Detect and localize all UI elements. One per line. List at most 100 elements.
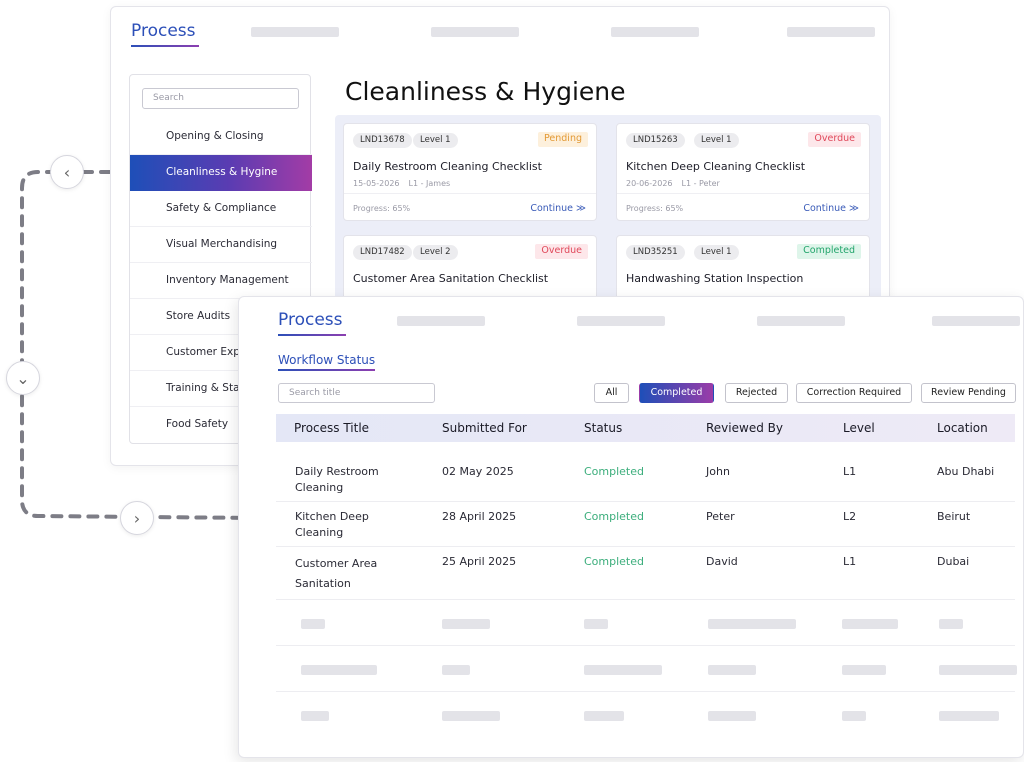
placeholder-cell [584, 665, 662, 675]
filter-review-pending-button[interactable]: Review Pending [921, 383, 1016, 403]
status-badge: Pending [538, 132, 588, 147]
location-cell: Dubai [937, 555, 970, 568]
reviewer-cell: John [706, 465, 730, 478]
category-heading: Cleanliness & Hygiene [345, 77, 626, 106]
sidebar-item[interactable]: Opening & Closing [130, 119, 312, 155]
checklist-card[interactable]: LND17482 Level 2 Overdue Customer Area S… [343, 235, 597, 300]
column-header[interactable]: Location [937, 421, 988, 435]
search-title-input[interactable]: Search title [278, 383, 435, 403]
sidebar-search-input[interactable]: Search [142, 88, 299, 109]
table-row[interactable]: Customer Area Sanitation 25 April 2025 Co… [276, 547, 1015, 600]
location-cell: Abu Dhabi [937, 465, 995, 478]
column-header[interactable]: Submitted For [442, 421, 527, 435]
panel-title: Process [278, 310, 346, 336]
column-header[interactable]: Level [843, 421, 875, 435]
card-title: Customer Area Sanitation Checklist [353, 272, 549, 285]
placeholder-cell [442, 665, 470, 675]
card-assignee: L1 - James [408, 179, 451, 188]
table-row[interactable]: Daily Restroom Cleaning 02 May 2025 Compl… [276, 457, 1015, 502]
status-cell: Completed [584, 555, 644, 568]
column-header[interactable]: Reviewed By [706, 421, 783, 435]
workflow-status-label: Workflow Status [278, 353, 376, 367]
placeholder-tab [577, 316, 665, 326]
placeholder-tab [787, 27, 875, 37]
card-level: Level 2 [413, 245, 458, 260]
title-underline [131, 45, 199, 47]
placeholder-cell [842, 711, 866, 721]
reviewer-cell: Peter [706, 510, 735, 523]
card-progress: Progress: 65% [353, 204, 411, 213]
sidebar-item[interactable]: Safety & Compliance [130, 191, 312, 227]
status-badge: Completed [797, 244, 861, 259]
placeholder-cell [842, 619, 898, 629]
title-line: Kitchen Deep [295, 510, 369, 523]
placeholder-row [276, 692, 1015, 738]
card-title: Handwashing Station Inspection [626, 272, 804, 285]
checklist-card[interactable]: LND35251 Level 1 Completed Handwashing S… [616, 235, 870, 300]
filter-rejected-button[interactable]: Rejected [725, 383, 788, 403]
checklist-card[interactable]: LND13678 Level 1 Pending Daily Restroom … [343, 123, 597, 221]
panel-title-text: Process [131, 21, 196, 41]
table-header: Process Title Submitted For Status Revie… [276, 414, 1015, 442]
card-code: LND15263 [626, 133, 685, 148]
placeholder-cell [442, 711, 500, 721]
sidebar-item[interactable]: Inventory Management [130, 263, 312, 299]
process-title-cell: Daily Restroom Cleaning [295, 464, 379, 496]
panel-title: Process [131, 21, 199, 47]
placeholder-cell [301, 665, 377, 675]
chevron-right-icon[interactable]: › [120, 501, 154, 535]
status-cell: Completed [584, 510, 644, 523]
title-line: Sanitation [295, 577, 351, 590]
card-level: Level 1 [694, 245, 739, 260]
continue-link[interactable]: Continue ≫ [803, 203, 859, 214]
workflow-status-tab[interactable]: Workflow Status [278, 353, 376, 371]
tab-underline [278, 369, 376, 371]
column-header[interactable]: Status [584, 421, 622, 435]
sidebar-item[interactable]: Visual Merchandising [130, 227, 312, 263]
card-divider [617, 193, 869, 194]
continue-link[interactable]: Continue ≫ [530, 203, 586, 214]
stage: ‹ ⌄ › Process Search Opening & Closing C… [0, 0, 1024, 762]
panel-title-text: Process [278, 310, 343, 330]
status-badge: Overdue [535, 244, 588, 259]
placeholder-cell [708, 711, 756, 721]
title-line: Cleaning [295, 481, 344, 494]
process-panel-front: Process Workflow Status Search title All… [238, 296, 1024, 758]
process-title-cell: Customer Area Sanitation [295, 554, 377, 594]
placeholder-row [276, 600, 1015, 646]
placeholder-tab [611, 27, 699, 37]
card-code: LND13678 [353, 133, 412, 148]
title-line: Cleaning [295, 526, 344, 539]
placeholder-cell [584, 619, 608, 629]
card-level: Level 1 [413, 133, 458, 148]
placeholder-cell [442, 619, 490, 629]
card-title: Daily Restroom Cleaning Checklist [353, 160, 542, 173]
card-divider [344, 193, 596, 194]
sidebar-item-active[interactable]: Cleanliness & Hygine [130, 155, 312, 191]
filter-completed-button[interactable]: Completed [639, 383, 714, 403]
chevron-left-icon[interactable]: ‹ [50, 155, 84, 189]
card-level: Level 1 [694, 133, 739, 148]
status-cell: Completed [584, 465, 644, 478]
level-cell: L2 [843, 510, 857, 523]
filter-correction-required-button[interactable]: Correction Required [796, 383, 912, 403]
placeholder-cell [584, 711, 624, 721]
card-meta: 15-05-2026 L1 - James [353, 179, 450, 188]
placeholder-cell [301, 711, 329, 721]
placeholder-row [276, 646, 1017, 692]
placeholder-cell [939, 711, 999, 721]
submitted-cell: 25 April 2025 [442, 555, 517, 568]
checklist-card-grid: LND13678 Level 1 Pending Daily Restroom … [335, 115, 881, 300]
placeholder-cell [708, 619, 796, 629]
chevron-down-icon[interactable]: ⌄ [6, 361, 40, 395]
table-row[interactable]: Kitchen Deep Cleaning 28 April 2025 Compl… [276, 502, 1015, 547]
level-cell: L1 [843, 465, 857, 478]
card-date: 20-06-2026 [626, 179, 673, 188]
placeholder-cell [939, 665, 1017, 675]
filter-all-button[interactable]: All [594, 383, 629, 403]
placeholder-tab [251, 27, 339, 37]
submitted-cell: 02 May 2025 [442, 465, 514, 478]
card-assignee: L1 - Peter [681, 179, 720, 188]
column-header[interactable]: Process Title [294, 421, 369, 435]
checklist-card[interactable]: LND15263 Level 1 Overdue Kitchen Deep Cl… [616, 123, 870, 221]
